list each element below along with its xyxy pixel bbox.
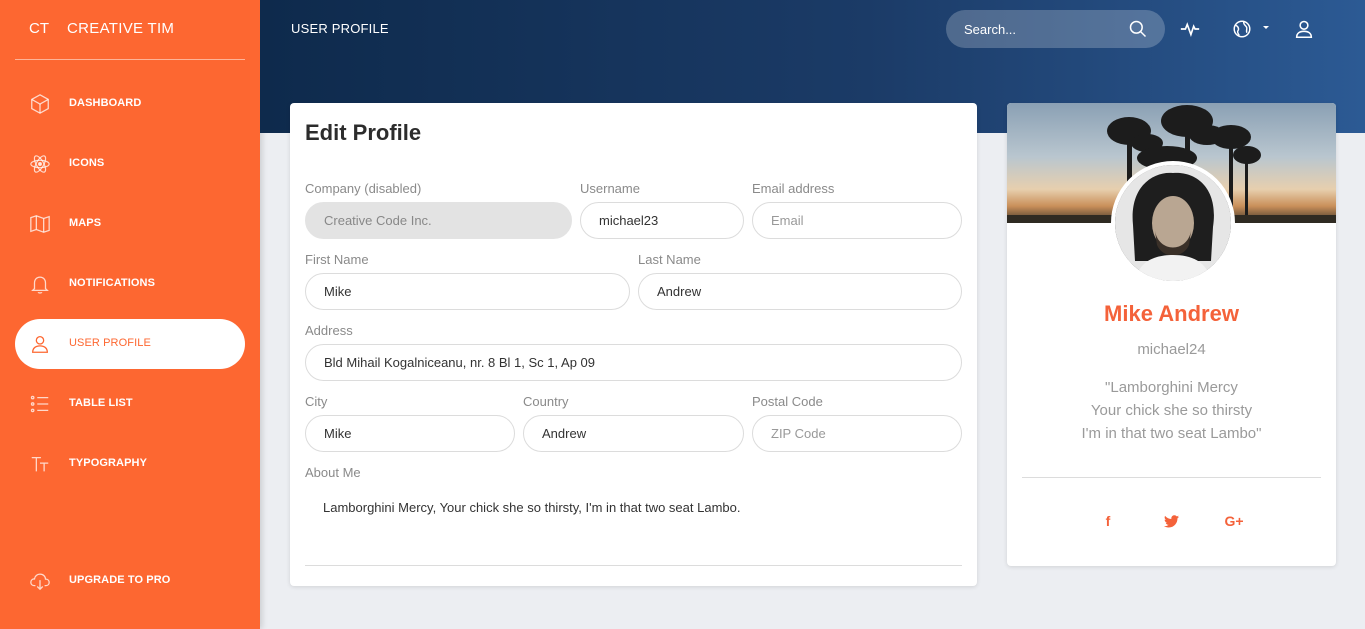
- search-icon[interactable]: [1128, 19, 1148, 39]
- first-name-field[interactable]: Mike: [305, 273, 630, 310]
- address-field[interactable]: Bld Mihail Kogalniceanu, nr. 8 Bl 1, Sc …: [305, 344, 962, 381]
- username-field[interactable]: michael23: [580, 202, 744, 239]
- postal-code-field[interactable]: ZIP Code: [752, 415, 962, 452]
- sidebar-item-table-list[interactable]: TABLE LIST: [15, 379, 245, 429]
- pulse-icon[interactable]: [1179, 18, 1201, 40]
- user-icon[interactable]: [1293, 18, 1315, 40]
- brand-name[interactable]: CREATIVE TIM: [67, 20, 174, 37]
- user-handle: michael24: [1137, 341, 1206, 358]
- address-label: Address: [305, 323, 353, 338]
- twitter-icon[interactable]: [1160, 510, 1182, 532]
- quote-line: I'm in that two seat Lambo": [1081, 425, 1262, 442]
- quote-line: "Lamborghini Mercy: [1105, 379, 1238, 396]
- globe-icon[interactable]: [1231, 18, 1253, 40]
- sidebar: CT CREATIVE TIM DASHBOARD ICONS MAPS NOT…: [0, 0, 260, 629]
- sidebar-item-label: USER PROFILE: [69, 337, 151, 349]
- sidebar-item-dashboard[interactable]: DASHBOARD: [15, 79, 245, 129]
- sidebar-item-label: TYPOGRAPHY: [69, 457, 148, 469]
- bell-icon: [31, 276, 49, 294]
- sidebar-item-label: DASHBOARD: [69, 97, 142, 109]
- sidebar-item-upgrade[interactable]: UPGRADE TO PRO: [15, 556, 245, 606]
- sidebar-item-maps[interactable]: MAPS: [15, 199, 245, 249]
- atom-icon: [30, 155, 50, 173]
- divider: [1022, 477, 1321, 478]
- user-icon: [32, 336, 48, 353]
- email-field[interactable]: Email: [752, 202, 962, 239]
- facebook-glyph: f: [1105, 513, 1111, 529]
- quote-line: Your chick she so thirsty: [1090, 402, 1253, 419]
- sidebar-item-label: MAPS: [69, 217, 102, 229]
- about-textarea[interactable]: Lamborghini Mercy, Your chick she so thi…: [323, 500, 740, 515]
- first-name-label: First Name: [305, 252, 369, 267]
- search-input[interactable]: Search...: [946, 10, 1165, 48]
- edit-profile-card: Edit Profile Company (disabled) Creative…: [290, 103, 977, 586]
- chevron-down-icon[interactable]: [1262, 25, 1270, 31]
- page-title: USER PROFILE: [291, 21, 389, 36]
- last-name-field[interactable]: Andrew: [638, 273, 962, 310]
- google-plus-glyph: G+: [1224, 513, 1244, 529]
- user-name: Mike Andrew: [1104, 301, 1239, 326]
- user-card: Mike Andrew michael24 "Lamborghini Mercy…: [1007, 103, 1336, 566]
- city-label: City: [305, 394, 328, 409]
- avatar[interactable]: [1111, 161, 1235, 285]
- email-label: Email address: [752, 181, 835, 196]
- sidebar-item-label: TABLE LIST: [69, 397, 133, 409]
- last-name-label: Last Name: [638, 252, 701, 267]
- avatar-photo: [1115, 165, 1231, 281]
- sidebar-item-label: NOTIFICATIONS: [69, 277, 156, 289]
- brand[interactable]: CT CREATIVE TIM: [15, 0, 245, 60]
- sidebar-item-typography[interactable]: TYPOGRAPHY: [15, 439, 245, 489]
- company-field: Creative Code Inc.: [305, 202, 572, 239]
- country-label: Country: [523, 394, 569, 409]
- sidebar-item-notifications[interactable]: NOTIFICATIONS: [15, 259, 245, 309]
- company-label: Company (disabled): [305, 181, 422, 196]
- about-label: About Me: [305, 465, 361, 480]
- card-title: Edit Profile: [305, 120, 422, 145]
- list-icon: [30, 395, 49, 413]
- city-field[interactable]: Mike: [305, 415, 515, 452]
- text-icon: [31, 456, 49, 472]
- sidebar-item-label: ICONS: [69, 157, 105, 169]
- cloud-download-icon: [30, 573, 50, 591]
- google-plus-icon[interactable]: G+: [1223, 510, 1245, 532]
- sidebar-item-icons[interactable]: ICONS: [15, 139, 245, 189]
- country-field[interactable]: Andrew: [523, 415, 744, 452]
- facebook-icon[interactable]: f: [1097, 510, 1119, 532]
- cube-icon: [31, 94, 49, 114]
- username-label: Username: [580, 181, 640, 196]
- divider: [305, 565, 962, 566]
- twitter-bird: [1163, 514, 1179, 527]
- postal-code-label: Postal Code: [752, 394, 823, 409]
- sidebar-item-user-profile[interactable]: USER PROFILE: [15, 319, 245, 369]
- search-placeholder: Search...: [964, 22, 1017, 37]
- brand-mini-logo[interactable]: CT: [29, 20, 49, 37]
- sidebar-item-label: UPGRADE TO PRO: [69, 574, 171, 586]
- map-icon: [30, 215, 50, 233]
